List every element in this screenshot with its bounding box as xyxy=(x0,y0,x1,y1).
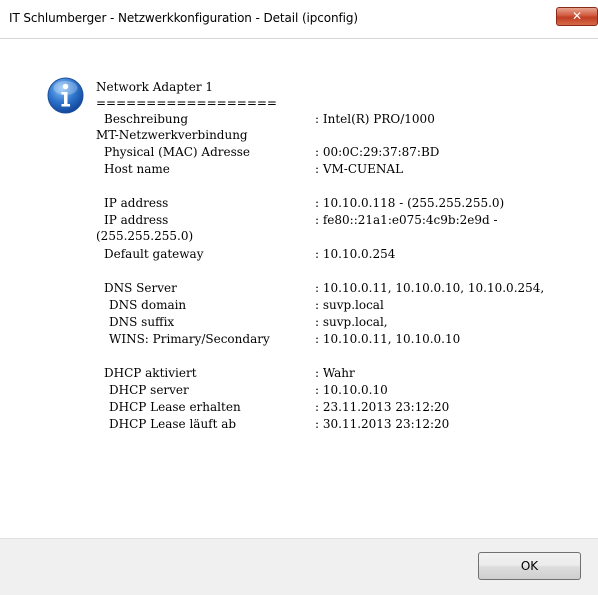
row-value: : 10.10.0.254 xyxy=(315,247,396,261)
close-icon: ✕ xyxy=(571,9,583,23)
separator-line: ================== xyxy=(96,96,277,110)
row-value: : Intel(R) PRO/1000 xyxy=(315,112,435,126)
row-value: : suvp.local, xyxy=(315,315,388,329)
row-label: DHCP server xyxy=(109,383,189,397)
dialog-content: Network Adapter 1 ================== Bes… xyxy=(0,39,598,538)
row-label: Beschreibung xyxy=(104,112,189,126)
adapter-title: Network Adapter 1 xyxy=(96,80,214,94)
row-label: DHCP Lease läuft ab xyxy=(109,417,237,431)
row-label: Physical (MAC) Adresse xyxy=(104,145,251,159)
ok-button[interactable]: OK xyxy=(478,552,581,580)
row-value: : 23.11.2013 23:12:20 xyxy=(315,400,450,414)
row-label: DHCP aktiviert xyxy=(104,366,197,380)
info-icon xyxy=(47,77,84,114)
row-value: : 10.10.0.11, 10.10.0.10, 10.10.0.254, xyxy=(315,281,545,295)
row-label: (255.255.255.0) xyxy=(96,229,194,243)
row-label: WINS: Primary/Secondary xyxy=(109,332,270,346)
row-label: DHCP Lease erhalten xyxy=(109,400,241,414)
row-value: : Wahr xyxy=(315,366,355,380)
close-button[interactable]: ✕ xyxy=(556,7,598,26)
row-value: : 10.10.0.10 xyxy=(315,383,388,397)
window-title: IT Schlumberger - Netzwerkkonfiguration … xyxy=(9,11,358,25)
row-value: : VM-CUENAL xyxy=(315,162,404,176)
row-value: : 10.10.0.118 - (255.255.255.0) xyxy=(315,196,505,210)
row-label: Default gateway xyxy=(104,247,204,261)
row-label: DNS domain xyxy=(109,298,187,312)
row-label: Host name xyxy=(104,162,170,176)
row-label: IP address xyxy=(104,213,169,227)
row-value: : fe80::21a1:e075:4c9b:2e9d - xyxy=(315,213,498,227)
dialog-window: IT Schlumberger - Netzwerkkonfiguration … xyxy=(0,0,598,595)
dialog-footer: OK xyxy=(0,538,598,595)
row-label: DNS suffix xyxy=(109,315,175,329)
row-value: : suvp.local xyxy=(315,298,384,312)
row-value: : 00:0C:29:37:87:BD xyxy=(315,145,440,159)
row-label: DNS Server xyxy=(104,281,177,295)
title-bar: IT Schlumberger - Netzwerkkonfiguration … xyxy=(0,0,598,39)
row-label: IP address xyxy=(104,196,169,210)
row-value: : 10.10.0.11, 10.10.0.10 xyxy=(315,332,461,346)
row-value: : 30.11.2013 23:12:20 xyxy=(315,417,450,431)
row-label: MT-Netzwerkverbindung xyxy=(96,128,248,142)
